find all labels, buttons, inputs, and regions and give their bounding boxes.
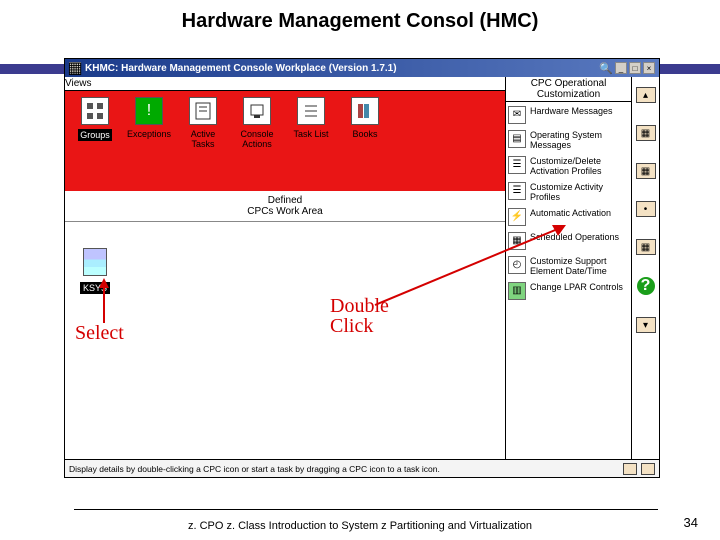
exceptions-icon: ! [135,97,163,125]
groups-icon [81,97,109,125]
task-scheduled-operations[interactable]: ▦Scheduled Operations [508,232,629,250]
view-task-list[interactable]: Task List [287,97,335,139]
close-button[interactable]: × [643,62,655,74]
decorative-bar-left [0,64,64,74]
active-tasks-icon [189,97,217,125]
view-books[interactable]: Books [341,97,389,139]
page-number: 34 [684,515,698,530]
cpc-item[interactable]: KSYS [75,248,115,296]
scroll-down-button[interactable]: ▾ [636,317,656,333]
slide-title: Hardware Management Consol (HMC) [0,0,720,39]
maximize-button[interactable]: □ [629,62,641,74]
view-label: Groups [78,129,112,141]
schedule-icon: ▦ [508,232,526,250]
status-bar: Display details by double-clicking a CPC… [65,459,659,477]
task-automatic-activation[interactable]: ⚡Automatic Activation [508,208,629,226]
task-list: ✉Hardware Messages ▤Operating System Mes… [506,102,631,459]
tool-column: ▴ ▦ ▦ • ▦ ? ▾ [631,77,659,459]
task-lpar-controls[interactable]: ▥Change LPAR Controls [508,282,629,300]
task-activation-profiles[interactable]: ☰Customize/Delete Activation Profiles [508,156,629,176]
task-activity-profiles[interactable]: ☰Customize Activity Profiles [508,182,629,202]
work-area: KSYS [65,222,505,459]
console-actions-icon [243,97,271,125]
lpar-icon: ▥ [508,282,526,300]
view-console-actions[interactable]: Console Actions [233,97,281,149]
views-area: Groups ! Exceptions Active Tasks Console… [65,91,505,191]
footer-rule [74,509,658,510]
view-active-tasks[interactable]: Active Tasks [179,97,227,149]
activity-icon: ☰ [508,182,526,200]
task-list-icon [297,97,325,125]
titlebar: ▦ KHMC: Hardware Management Console Work… [65,59,659,77]
minimize-button[interactable]: _ [615,62,627,74]
tool-button-2[interactable]: ▦ [636,163,656,179]
view-label: Console Actions [240,129,273,149]
scroll-up-button[interactable]: ▴ [636,87,656,103]
view-groups[interactable]: Groups [71,97,119,141]
tool-button-1[interactable]: ▦ [636,125,656,141]
status-button-2[interactable] [641,463,655,475]
auto-icon: ⚡ [508,208,526,226]
view-exceptions[interactable]: ! Exceptions [125,97,173,139]
help-button[interactable]: ? [637,277,655,295]
system-menu-icon[interactable]: ▦ [69,62,81,74]
message-icon: ✉ [508,106,526,124]
views-header: Views [65,77,505,91]
search-icon[interactable]: 🔍 [599,62,613,75]
cpc-label: KSYS [80,282,110,294]
tasks-panel: CPC Operational Customization ✉Hardware … [505,77,659,459]
view-label: Books [352,129,377,139]
books-icon [351,97,379,125]
cpc-icon [83,248,107,276]
view-label: Exceptions [127,129,171,139]
os-message-icon: ▤ [508,130,526,148]
workarea-header: Defined CPCs Work Area [65,191,505,222]
task-os-messages[interactable]: ▤Operating System Messages [508,130,629,150]
clock-icon: ◴ [508,256,526,274]
view-label: Active Tasks [191,129,216,149]
status-text: Display details by double-clicking a CPC… [69,464,440,474]
status-button-1[interactable] [623,463,637,475]
view-label: Task List [293,129,328,139]
titlebar-text: KHMC: Hardware Management Console Workpl… [85,63,397,74]
decorative-bar-right [660,64,720,74]
tool-button-4[interactable]: ▦ [636,239,656,255]
profiles-icon: ☰ [508,156,526,174]
task-hardware-messages[interactable]: ✉Hardware Messages [508,106,629,124]
slide-footer: z. CPO z. Class Introduction to System z… [0,520,720,532]
tasks-panel-title: CPC Operational Customization [506,77,631,102]
tool-button-3[interactable]: • [636,201,656,217]
task-date-time[interactable]: ◴Customize Support Element Date/Time [508,256,629,276]
app-window: ▦ KHMC: Hardware Management Console Work… [64,58,660,478]
